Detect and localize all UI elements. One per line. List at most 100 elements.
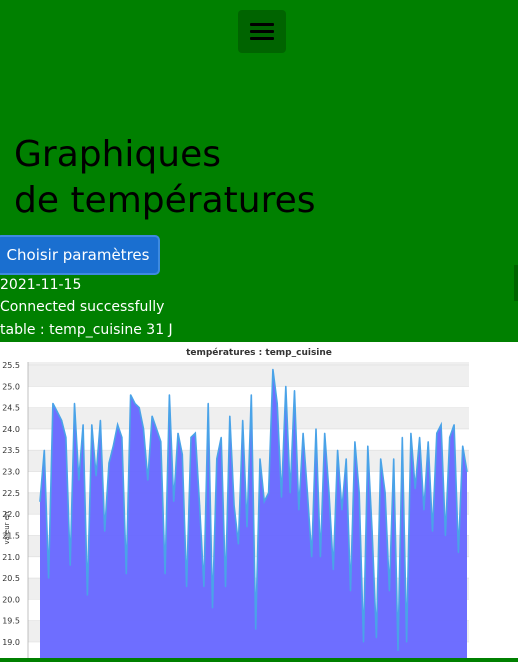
data-point xyxy=(406,641,408,643)
data-point xyxy=(82,424,84,426)
data-point xyxy=(142,428,145,430)
data-point xyxy=(453,424,455,426)
data-point xyxy=(199,505,201,507)
data-point xyxy=(462,445,464,447)
data-point xyxy=(73,402,76,404)
data-point xyxy=(358,492,360,494)
data-point xyxy=(380,458,382,460)
data-point xyxy=(173,500,175,502)
data-point xyxy=(444,534,446,537)
chart-title: températures : temp_cuisine xyxy=(186,347,332,358)
data-point xyxy=(332,569,334,571)
data-point xyxy=(95,475,97,477)
data-point xyxy=(138,407,140,409)
data-point xyxy=(306,492,308,494)
data-point xyxy=(272,368,274,370)
y-tick-label: 21.0 xyxy=(2,553,20,562)
data-point xyxy=(414,488,416,490)
data-point xyxy=(56,411,58,413)
data-point xyxy=(337,449,339,451)
data-point xyxy=(181,453,183,456)
data-point xyxy=(99,419,101,421)
data-point xyxy=(86,594,88,596)
data-point xyxy=(194,432,196,434)
page-title-line-1: Graphiques xyxy=(14,134,221,175)
data-point xyxy=(401,436,403,438)
y-tick-label: 23.5 xyxy=(2,446,20,455)
data-point xyxy=(388,590,390,592)
y-tick-label: 25.0 xyxy=(2,382,20,391)
page-title: Graphiques de températures xyxy=(14,132,315,224)
data-point xyxy=(449,436,451,438)
data-point xyxy=(384,492,386,494)
data-point xyxy=(224,586,227,588)
data-point xyxy=(431,530,434,532)
data-point xyxy=(328,492,330,494)
data-point xyxy=(440,424,442,426)
data-point xyxy=(315,428,317,430)
data-point xyxy=(186,586,188,588)
data-point xyxy=(130,394,132,396)
data-point xyxy=(276,402,278,404)
data-point xyxy=(160,441,162,443)
hamburger-menu-icon-bar xyxy=(250,37,274,40)
data-point xyxy=(410,432,412,434)
data-point xyxy=(341,509,343,511)
y-tick-label: 19.5 xyxy=(2,617,20,626)
temperature-chart: températures : temp_cuisine valeur en 19… xyxy=(0,342,518,658)
data-point xyxy=(104,530,106,532)
connection-status-text: Connected successfully xyxy=(0,299,165,315)
data-point xyxy=(268,492,270,494)
y-tick-label: 20.5 xyxy=(2,574,20,583)
data-point xyxy=(69,564,71,566)
data-point xyxy=(65,436,67,438)
data-point xyxy=(112,445,114,447)
data-point xyxy=(427,441,429,443)
date-text: 2021-11-15 xyxy=(0,277,82,293)
chart-band xyxy=(28,386,469,408)
data-point xyxy=(147,479,149,481)
choose-parameters-button[interactable]: Choisir paramètres xyxy=(0,235,160,275)
data-point xyxy=(220,436,222,438)
page-title-line-2: de températures xyxy=(14,180,316,221)
y-tick-label: 25.5 xyxy=(2,361,20,370)
data-point xyxy=(250,394,252,396)
chart-band xyxy=(28,362,469,365)
data-point xyxy=(298,509,300,511)
table-info-text: table : temp_cuisine 31 J xyxy=(0,322,173,338)
data-point xyxy=(419,436,421,438)
data-point xyxy=(207,402,209,404)
data-point xyxy=(263,500,265,502)
data-point xyxy=(91,424,93,426)
hamburger-menu-icon xyxy=(250,23,274,26)
chart-svg: températures : temp_cuisine valeur en 19… xyxy=(2,347,469,658)
data-point xyxy=(151,415,153,417)
menu-toggle-button[interactable] xyxy=(238,10,286,53)
data-point xyxy=(242,419,244,421)
data-point xyxy=(293,390,296,392)
data-point xyxy=(457,551,459,554)
data-point xyxy=(324,432,326,434)
data-point xyxy=(48,577,50,579)
y-tick-label: 21.5 xyxy=(2,531,20,540)
data-point xyxy=(134,402,136,404)
data-point xyxy=(168,394,170,396)
scroll-edge-indicator xyxy=(514,265,518,301)
data-point xyxy=(436,432,438,434)
data-point xyxy=(78,479,80,481)
data-point xyxy=(280,496,283,498)
data-point xyxy=(319,556,321,558)
hamburger-menu-icon-bar xyxy=(250,30,274,33)
data-point xyxy=(190,436,192,438)
data-point xyxy=(108,462,110,464)
data-point xyxy=(203,586,205,588)
data-point xyxy=(349,590,352,592)
data-point xyxy=(39,500,41,502)
data-point xyxy=(237,543,239,545)
y-tick-label: 22.5 xyxy=(2,489,20,498)
chart-band xyxy=(28,407,469,429)
data-point xyxy=(302,432,304,434)
data-point xyxy=(164,573,166,575)
data-point xyxy=(367,445,369,447)
y-tick-label: 24.5 xyxy=(2,404,20,413)
